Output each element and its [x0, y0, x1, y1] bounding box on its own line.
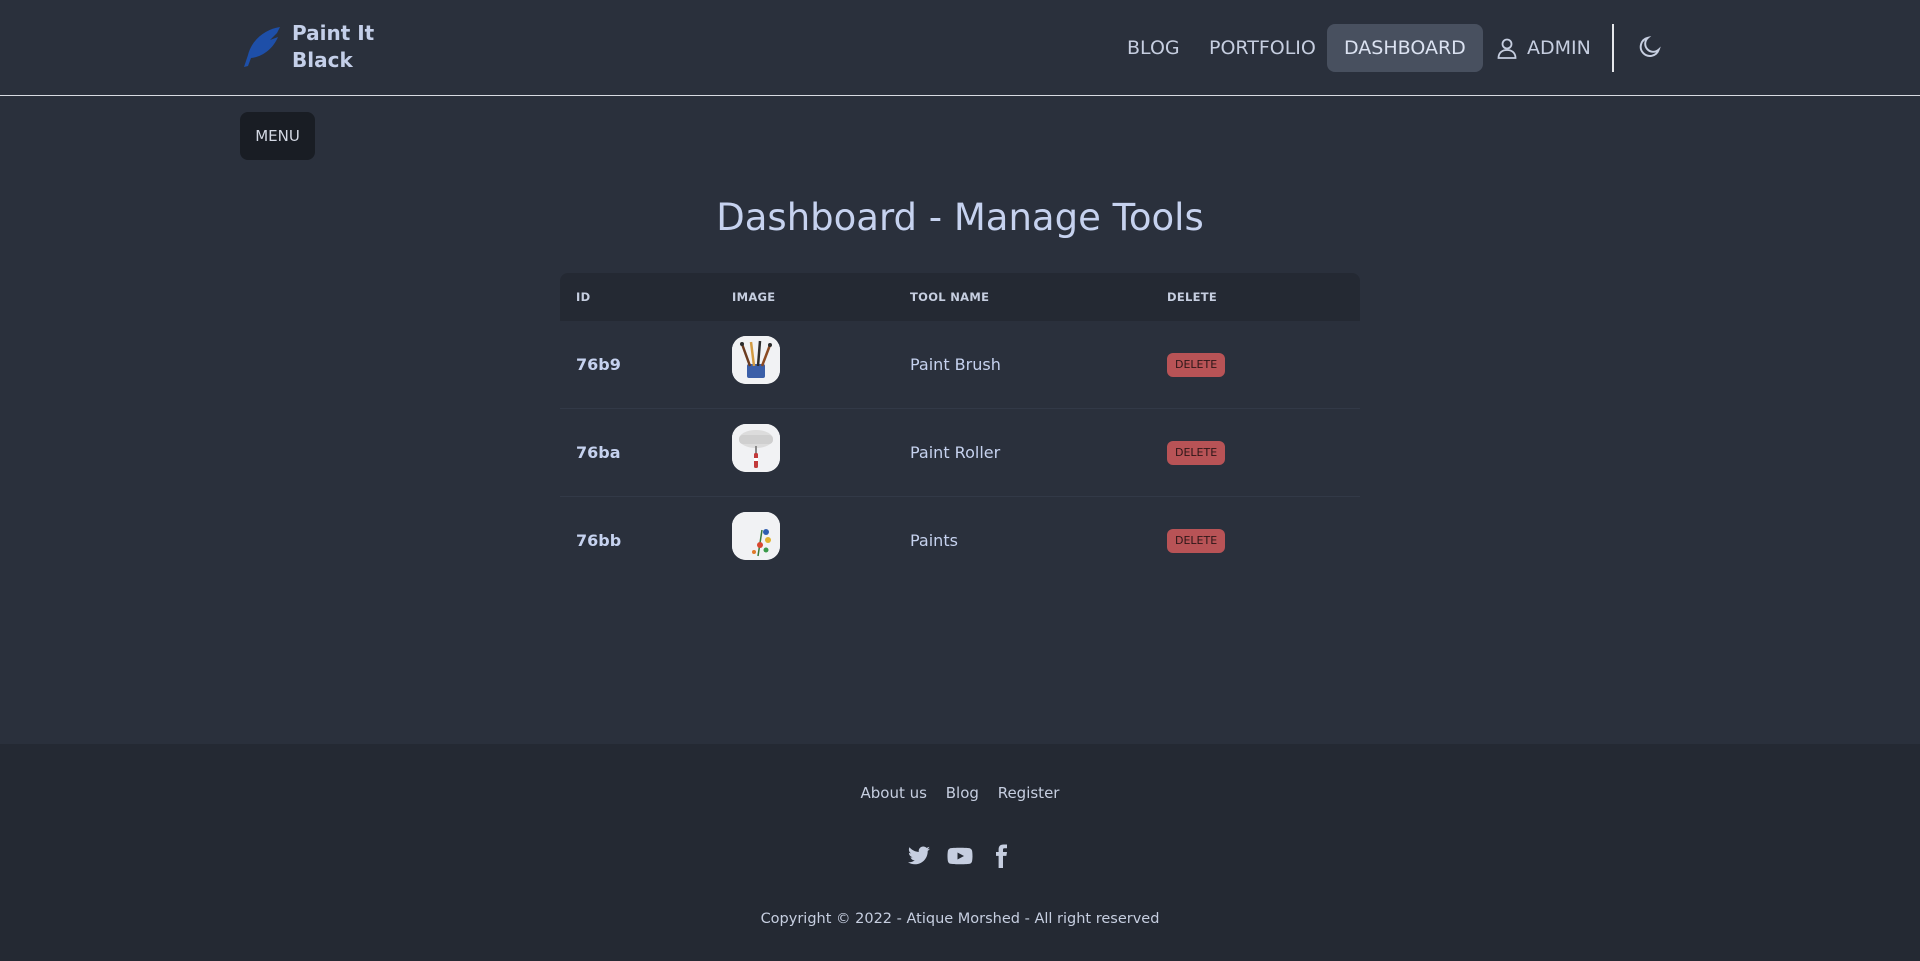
table-header: ID IMAGE TOOL NAME DELETE: [560, 273, 1360, 321]
brand-name-line2: Black: [292, 48, 353, 72]
feather-logo-icon: [244, 27, 280, 67]
paints-image: [732, 512, 780, 560]
youtube-icon[interactable]: [947, 844, 973, 868]
row-id: 76ba: [576, 443, 621, 462]
nav-admin-label: ADMIN: [1527, 37, 1591, 59]
footer: About us Blog Register Copyright © 2022 …: [0, 744, 1920, 961]
table-row: 76bb Paints DELETE: [560, 497, 1360, 585]
delete-button[interactable]: DELETE: [1167, 529, 1226, 553]
header-delete: DELETE: [1167, 290, 1218, 304]
moon-icon[interactable]: [1637, 34, 1663, 60]
row-id: 76b9: [576, 355, 621, 374]
header-id: ID: [576, 290, 591, 304]
header-image: IMAGE: [732, 290, 776, 304]
footer-link-blog[interactable]: Blog: [946, 784, 979, 802]
row-tool-name: Paint Brush: [910, 355, 1001, 374]
brand-name-line1: Paint It: [292, 21, 375, 45]
paint-brush-image: [732, 336, 780, 384]
nav-portfolio[interactable]: PORTFOLIO: [1192, 24, 1333, 72]
user-icon: [1497, 38, 1517, 59]
table-row: 76b9 Paint Brush DELETE: [560, 321, 1360, 409]
row-tool-name: Paint Roller: [910, 443, 1001, 462]
social-links: [0, 844, 1920, 868]
delete-button[interactable]: DELETE: [1167, 441, 1226, 465]
header-tool-name: TOOL NAME: [910, 290, 990, 304]
footer-links: About us Blog Register: [0, 784, 1920, 802]
page-title: Dashboard - Manage Tools: [716, 196, 1204, 239]
paint-roller-image: [732, 424, 780, 472]
brand-link[interactable]: Paint It Black: [240, 20, 382, 74]
navbar: Paint It Black BLOG PORTFOLIO DASHBOARD …: [0, 0, 1920, 96]
table-row: 76ba Paint Roller DELETE: [560, 409, 1360, 497]
tools-table: ID IMAGE TOOL NAME DELETE 76b9 Paint Bru…: [560, 273, 1360, 585]
facebook-icon[interactable]: [989, 844, 1013, 868]
footer-link-register[interactable]: Register: [998, 784, 1060, 802]
footer-link-about[interactable]: About us: [861, 784, 927, 802]
row-tool-name: Paints: [910, 531, 958, 550]
delete-button[interactable]: DELETE: [1167, 353, 1226, 377]
nav-divider: [1612, 24, 1614, 72]
twitter-icon[interactable]: [907, 844, 931, 868]
nav-dashboard[interactable]: DASHBOARD: [1327, 24, 1483, 72]
nav-admin[interactable]: ADMIN: [1478, 24, 1608, 72]
row-id: 76bb: [576, 531, 622, 550]
copyright-text: Copyright © 2022 - Atique Morshed - All …: [760, 911, 1160, 927]
nav-blog[interactable]: BLOG: [1110, 24, 1197, 72]
menu-button[interactable]: MENU: [240, 112, 315, 160]
